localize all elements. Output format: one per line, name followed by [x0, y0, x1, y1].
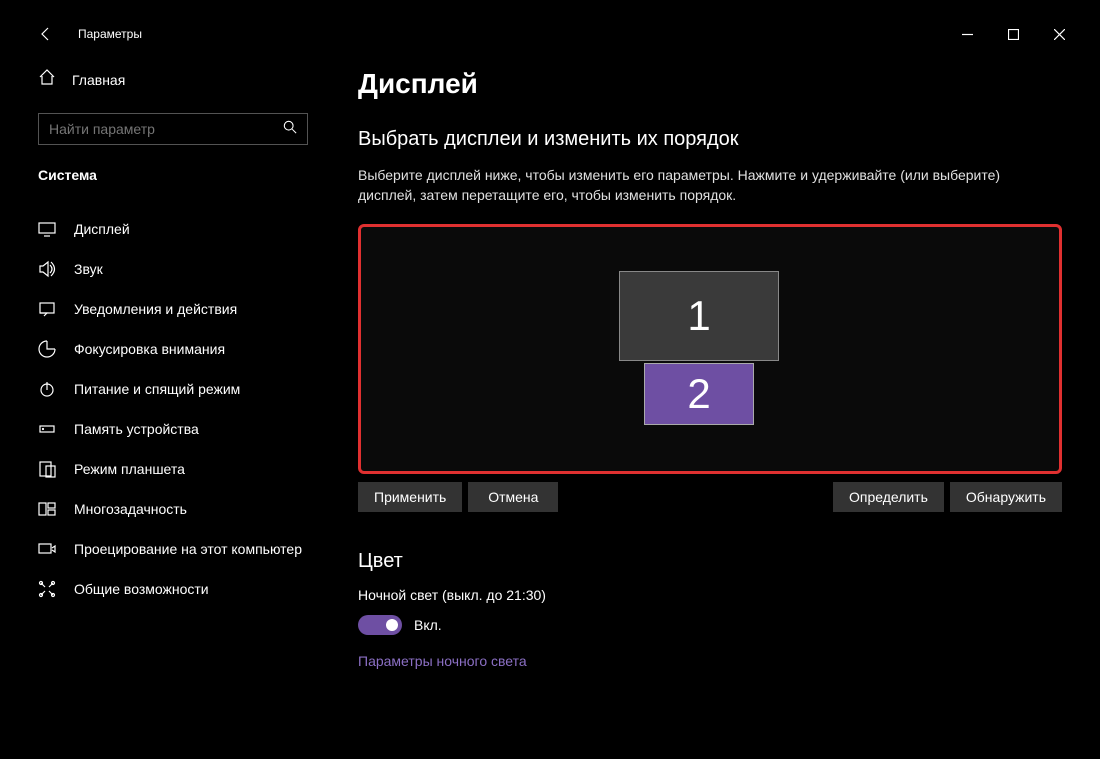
shared-icon	[38, 580, 56, 598]
tablet-icon	[38, 460, 56, 478]
notifications-icon	[38, 300, 56, 318]
home-link[interactable]: Главная	[38, 60, 308, 99]
section-label: Система	[38, 167, 308, 183]
focus-icon	[38, 340, 56, 358]
close-button[interactable]	[1036, 18, 1082, 50]
identify-button[interactable]: Определить	[833, 482, 944, 512]
nav-focus[interactable]: Фокусировка внимания	[38, 329, 308, 369]
multitask-icon	[38, 500, 56, 518]
page-title: Дисплей	[358, 68, 1062, 100]
search-box[interactable]	[38, 113, 308, 145]
nav-projecting[interactable]: Проецирование на этот компьютер	[38, 529, 308, 569]
toggle-knob	[386, 619, 398, 631]
maximize-button[interactable]	[990, 18, 1036, 50]
monitor-2[interactable]: 2	[644, 363, 754, 425]
monitor-1[interactable]: 1	[619, 271, 779, 361]
back-button[interactable]	[26, 18, 66, 50]
titlebar: Параметры	[18, 18, 1082, 50]
display-arrangement-area[interactable]: 1 2	[358, 224, 1062, 474]
night-light-toggle[interactable]	[358, 615, 402, 635]
nav-notifications[interactable]: Уведомления и действия	[38, 289, 308, 329]
color-title: Цвет	[358, 550, 1062, 573]
storage-icon	[38, 420, 56, 438]
minimize-button[interactable]	[944, 18, 990, 50]
arrange-title: Выбрать дисплеи и изменить их порядок	[358, 128, 1062, 151]
sound-icon	[38, 260, 56, 278]
home-label: Главная	[72, 72, 125, 88]
display-icon	[38, 220, 56, 238]
arrange-description: Выберите дисплей ниже, чтобы изменить ег…	[358, 165, 1038, 206]
main-content: Дисплей Выбрать дисплеи и изменить их по…	[328, 50, 1082, 741]
apply-button[interactable]: Применить	[358, 482, 462, 512]
nav-power[interactable]: Питание и спящий режим	[38, 369, 308, 409]
nav-multitask[interactable]: Многозадачность	[38, 489, 308, 529]
nav-tablet[interactable]: Режим планшета	[38, 449, 308, 489]
night-light-label: Ночной свет (выкл. до 21:30)	[358, 587, 1062, 603]
nav-display[interactable]: Дисплей	[38, 209, 308, 249]
search-icon	[283, 120, 297, 139]
cancel-button[interactable]: Отмена	[468, 482, 558, 512]
nav-sound[interactable]: Звук	[38, 249, 308, 289]
detect-button[interactable]: Обнаружить	[950, 482, 1062, 512]
projecting-icon	[38, 540, 56, 558]
home-icon	[38, 68, 56, 91]
toggle-state-label: Вкл.	[414, 617, 442, 633]
power-icon	[38, 380, 56, 398]
window-title: Параметры	[78, 27, 142, 41]
nav-shared[interactable]: Общие возможности	[38, 569, 308, 609]
night-light-settings-link[interactable]: Параметры ночного света	[358, 653, 1062, 669]
nav-storage[interactable]: Память устройства	[38, 409, 308, 449]
sidebar: Главная Система Дисплей Звук Уведомления…	[18, 50, 328, 741]
search-input[interactable]	[49, 121, 283, 137]
